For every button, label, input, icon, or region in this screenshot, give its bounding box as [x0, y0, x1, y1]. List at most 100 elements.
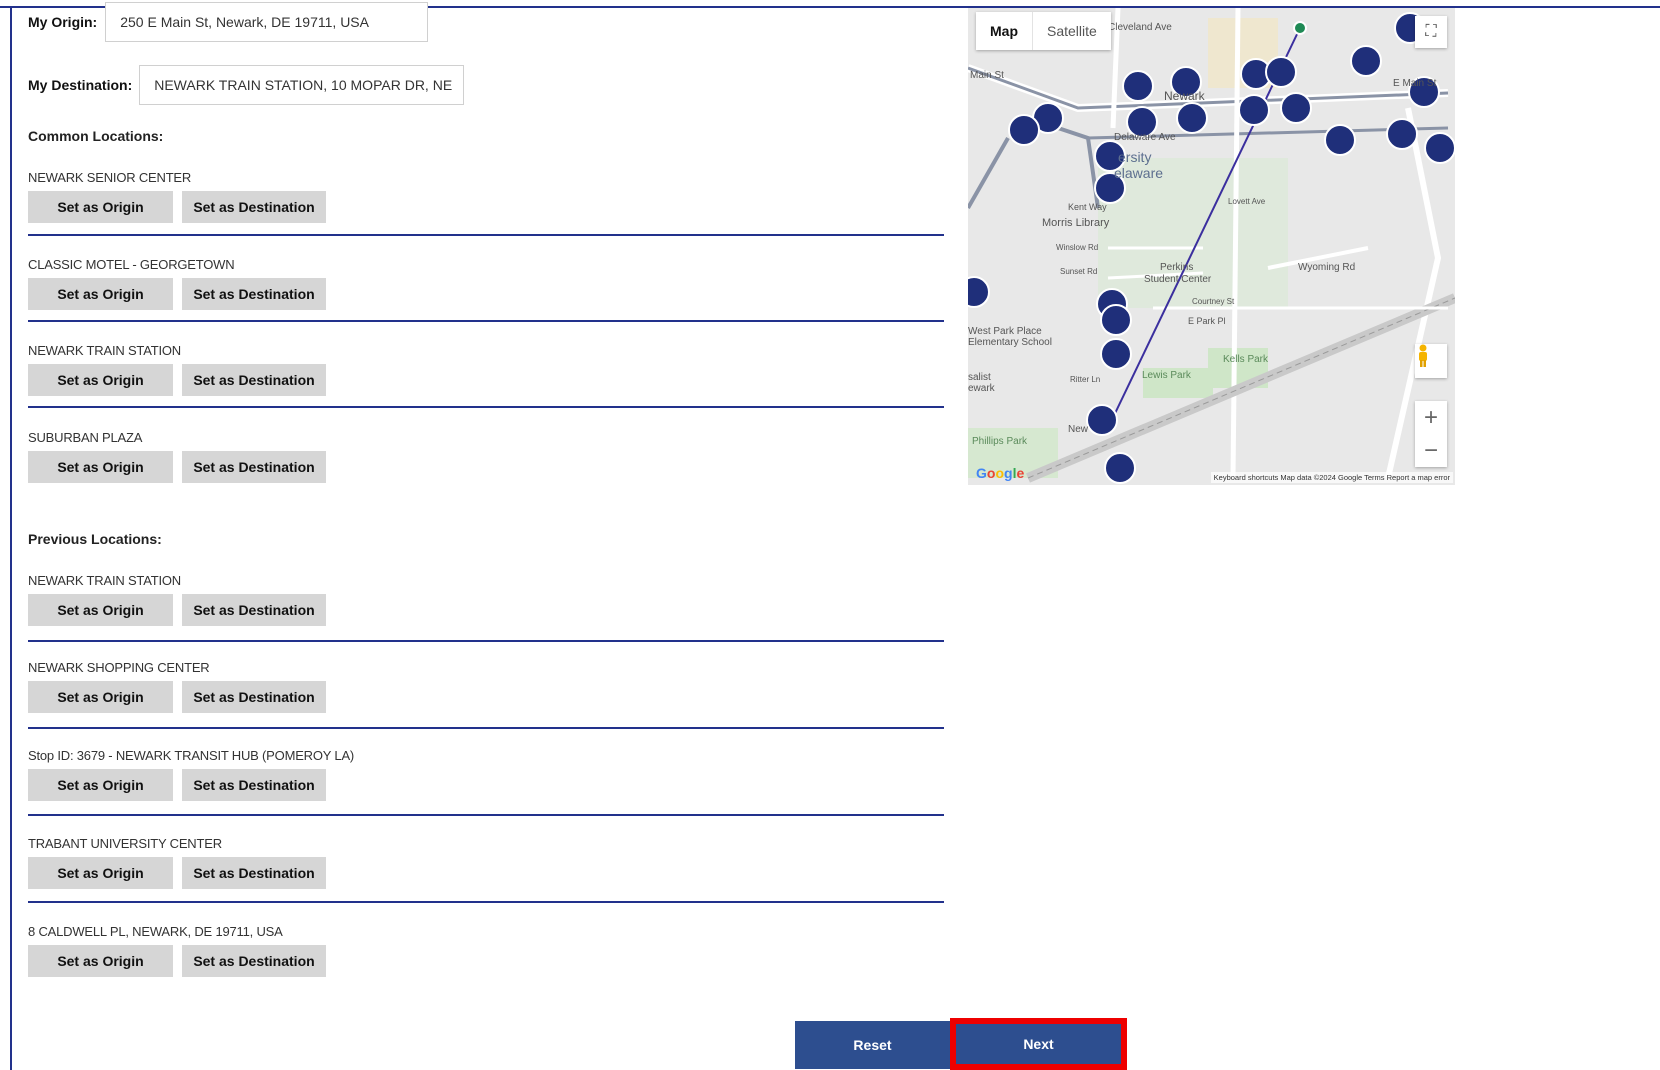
- location-name: TRABANT UNIVERSITY CENTER: [28, 836, 222, 851]
- location-name: CLASSIC MOTEL - GEORGETOWN: [28, 257, 235, 272]
- map-type-control: Map Satellite: [976, 12, 1111, 50]
- previous-location-item: Stop ID: 3679 - NEWARK TRANSIT HUB (POME…: [28, 748, 944, 801]
- bus-stop-icon[interactable]: [1350, 45, 1382, 77]
- map-label: Main St: [970, 70, 1004, 81]
- west-road: [968, 137, 1010, 209]
- origin-input[interactable]: 250 E Main St, Newark, DE 19711, USA: [105, 2, 429, 42]
- map-label: West Park Place: [968, 326, 1042, 337]
- map-label: Delaware Ave: [1114, 132, 1176, 143]
- bus-stop-icon[interactable]: [1122, 70, 1154, 102]
- bus-stop-icon[interactable]: [1386, 118, 1418, 150]
- map-label: ewark: [968, 383, 996, 394]
- destination-row: My Destination: NEWARK TRAIN STATION, 10…: [28, 65, 465, 105]
- zoom-out-button[interactable]: −: [1415, 434, 1447, 467]
- bus-stop-icon[interactable]: [1008, 114, 1040, 146]
- bus-stop-icon[interactable]: [1324, 124, 1356, 156]
- origin-row: My Origin: 250 E Main St, Newark, DE 197…: [28, 2, 429, 42]
- common-location-item: NEWARK TRAIN STATION Set as Origin Set a…: [28, 343, 944, 396]
- set-as-origin-button[interactable]: Set as Origin: [28, 278, 173, 310]
- location-name: 8 CALDWELL PL, NEWARK, DE 19711, USA: [28, 924, 283, 939]
- set-as-destination-button[interactable]: Set as Destination: [182, 769, 326, 801]
- set-as-origin-button[interactable]: Set as Origin: [28, 451, 173, 483]
- bus-stop-icon[interactable]: [1176, 102, 1208, 134]
- common-location-item: SUBURBAN PLAZA Set as Origin Set as Dest…: [28, 430, 944, 483]
- set-as-destination-button[interactable]: Set as Destination: [182, 451, 326, 483]
- set-as-origin-button[interactable]: Set as Origin: [28, 681, 173, 713]
- common-location-item: CLASSIC MOTEL - GEORGETOWN Set as Origin…: [28, 257, 944, 310]
- set-as-destination-button[interactable]: Set as Destination: [182, 364, 326, 396]
- divider: [28, 640, 944, 642]
- destination-label: My Destination:: [28, 77, 133, 93]
- bus-stop-icon[interactable]: [1100, 338, 1132, 370]
- fullscreen-icon: ⛶: [1425, 23, 1437, 40]
- map-label: Lewis Park: [1142, 370, 1192, 381]
- location-name: NEWARK TRAIN STATION: [28, 343, 181, 358]
- google-logo: Google: [976, 465, 1025, 481]
- set-as-destination-button[interactable]: Set as Destination: [182, 191, 326, 223]
- location-name: NEWARK TRAIN STATION: [28, 573, 181, 588]
- map-type-map-button[interactable]: Map: [976, 12, 1032, 50]
- map-label: E Main St: [1393, 78, 1437, 89]
- bus-stop-icon[interactable]: [1424, 132, 1455, 164]
- map-label: ersity: [1118, 149, 1151, 165]
- previous-location-item: NEWARK TRAIN STATION Set as Origin Set a…: [28, 573, 944, 626]
- destination-input[interactable]: NEWARK TRAIN STATION, 10 MOPAR DR, NE: [139, 65, 465, 105]
- map-label: Ritter Ln: [1070, 375, 1100, 384]
- fullscreen-button[interactable]: ⛶: [1415, 16, 1447, 48]
- common-location-item: NEWARK SENIOR CENTER Set as Origin Set a…: [28, 170, 944, 223]
- map-attribution: Keyboard shortcuts Map data ©2024 Google…: [1210, 472, 1453, 483]
- divider: [28, 814, 944, 816]
- set-as-origin-button[interactable]: Set as Origin: [28, 769, 173, 801]
- pegman-icon: [1419, 344, 1427, 367]
- location-name: NEWARK SENIOR CENTER: [28, 170, 192, 185]
- map-label: Phillips Park: [972, 436, 1028, 447]
- zoom-control: + −: [1415, 401, 1447, 467]
- map-label: Kells Park: [1223, 354, 1269, 365]
- set-as-origin-button[interactable]: Set as Origin: [28, 594, 173, 626]
- bus-stop-icon[interactable]: [1265, 56, 1297, 88]
- map-type-satellite-button[interactable]: Satellite: [1032, 12, 1111, 50]
- map-label: Wyoming Rd: [1298, 262, 1355, 273]
- bus-stop-icon[interactable]: [968, 276, 990, 308]
- common-locations-heading: Common Locations:: [28, 128, 164, 144]
- bus-stop-icon[interactable]: [1280, 92, 1312, 124]
- map-label: Courtney St: [1192, 297, 1235, 306]
- set-as-origin-button[interactable]: Set as Origin: [28, 857, 173, 889]
- divider: [28, 727, 944, 729]
- bus-stop-icon[interactable]: [1100, 304, 1132, 336]
- location-name: SUBURBAN PLAZA: [28, 430, 143, 445]
- origin-label: My Origin:: [28, 14, 98, 30]
- set-as-destination-button[interactable]: Set as Destination: [182, 945, 326, 977]
- map-label: Newark: [1164, 89, 1206, 103]
- bus-stop-icon[interactable]: [1238, 94, 1270, 126]
- set-as-destination-button[interactable]: Set as Destination: [182, 681, 326, 713]
- reset-button[interactable]: Reset: [795, 1021, 950, 1069]
- divider: [28, 901, 944, 903]
- set-as-destination-button[interactable]: Set as Destination: [182, 278, 326, 310]
- previous-location-item: TRABANT UNIVERSITY CENTER Set as Origin …: [28, 836, 944, 889]
- map-label: Elementary School: [968, 337, 1052, 348]
- map-label: Sunset Rd: [1060, 267, 1097, 276]
- set-as-destination-button[interactable]: Set as Destination: [182, 594, 326, 626]
- map-label: E Park Pl: [1188, 316, 1226, 326]
- bus-stop-icon[interactable]: [1104, 452, 1136, 484]
- divider: [28, 406, 944, 408]
- divider: [28, 320, 944, 322]
- bus-stop-icon[interactable]: [1086, 404, 1118, 436]
- set-as-origin-button[interactable]: Set as Origin: [28, 364, 173, 396]
- previous-locations-heading: Previous Locations:: [28, 531, 162, 547]
- map-label: Perkins: [1160, 262, 1193, 273]
- map-canvas[interactable]: Cleveland Ave Main St E Main St Delaware…: [968, 8, 1455, 485]
- set-as-origin-button[interactable]: Set as Origin: [28, 191, 173, 223]
- map-label: Student Center: [1144, 274, 1212, 285]
- previous-location-item: NEWARK SHOPPING CENTER Set as Origin Set…: [28, 660, 944, 713]
- map-label: elaware: [1114, 165, 1163, 181]
- zoom-in-button[interactable]: +: [1415, 401, 1447, 434]
- origin-marker[interactable]: [1293, 21, 1307, 35]
- set-as-destination-button[interactable]: Set as Destination: [182, 857, 326, 889]
- set-as-origin-button[interactable]: Set as Origin: [28, 945, 173, 977]
- next-button[interactable]: Next: [950, 1018, 1127, 1070]
- street-view-pegman[interactable]: [1415, 344, 1447, 378]
- map-label: salist: [968, 372, 991, 383]
- route-map[interactable]: Cleveland Ave Main St E Main St Delaware…: [968, 8, 1455, 485]
